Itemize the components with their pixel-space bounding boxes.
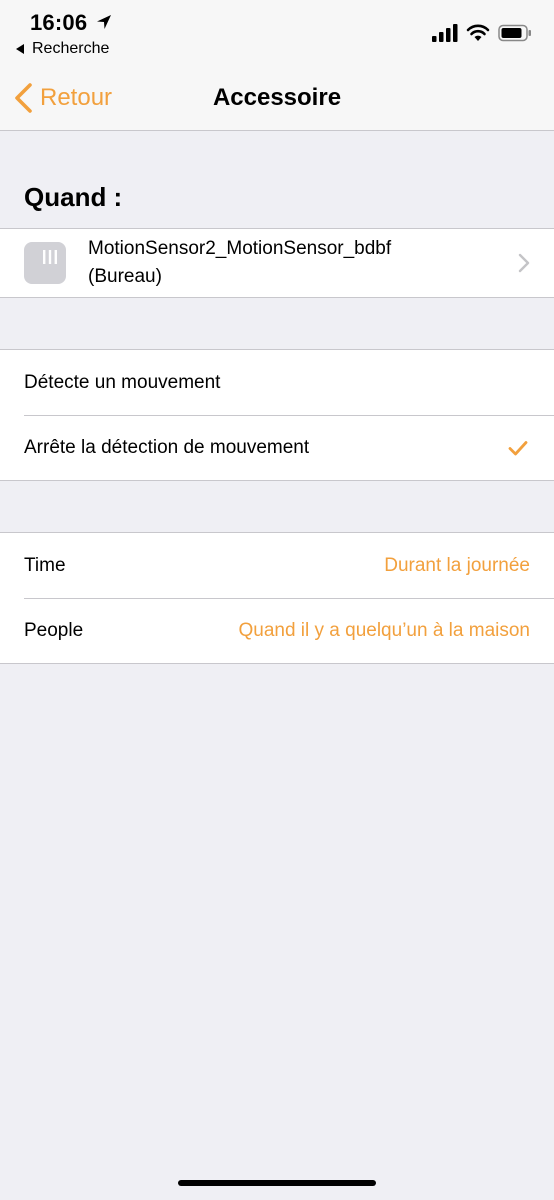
when-section-header: Quand : bbox=[24, 182, 123, 212]
location-arrow-icon bbox=[97, 15, 111, 29]
trigger-option-stops-detecting[interactable]: Arrête la détection de mouvement bbox=[0, 415, 554, 480]
condition-row-people[interactable]: People Quand il y a quelqu’un à la maiso… bbox=[0, 598, 554, 663]
chevron-right-icon bbox=[518, 253, 530, 273]
status-bar: 16:06 Recherche bbox=[0, 0, 554, 70]
accessory-row[interactable]: MotionSensor2_MotionSensor_bdbf (Bureau) bbox=[0, 229, 554, 297]
motion-sensor-icon bbox=[24, 242, 66, 284]
sensor-bars-icon bbox=[43, 250, 57, 264]
accessory-name: MotionSensor2_MotionSensor_bdbf (Bureau) bbox=[88, 235, 508, 291]
back-triangle-icon bbox=[16, 44, 24, 54]
signal-icon bbox=[432, 24, 458, 42]
trigger-options-group: Détecte un mouvement Arrête la détection… bbox=[0, 349, 554, 481]
condition-label: Time bbox=[24, 554, 66, 576]
page-title: Accessoire bbox=[212, 84, 342, 111]
condition-value: Quand il y a quelqu’un à la maison bbox=[238, 619, 530, 641]
trigger-option-label: Arrête la détection de mouvement bbox=[24, 436, 310, 458]
accessory-group: MotionSensor2_MotionSensor_bdbf (Bureau) bbox=[0, 228, 554, 298]
accessory-name-line1: MotionSensor2_MotionSensor_bdbf bbox=[88, 238, 392, 259]
conditions-group: Time Durant la journée People Quand il y… bbox=[0, 532, 554, 664]
status-time: 16:06 bbox=[30, 10, 88, 35]
back-to-app-label: Recherche bbox=[32, 40, 110, 57]
checkmark-icon bbox=[508, 440, 528, 455]
home-indicator[interactable] bbox=[178, 1180, 376, 1186]
status-icons bbox=[432, 24, 532, 42]
condition-row-time[interactable]: Time Durant la journée bbox=[0, 533, 554, 598]
back-to-app-link[interactable]: Recherche bbox=[14, 40, 109, 58]
condition-value: Durant la journée bbox=[384, 554, 530, 576]
navigation-bar: Retour Accessoire bbox=[0, 70, 554, 131]
trigger-option-label: Détecte un mouvement bbox=[24, 371, 221, 393]
accessory-room: (Bureau) bbox=[88, 266, 162, 287]
battery-icon bbox=[498, 24, 531, 42]
wifi-icon bbox=[466, 24, 490, 41]
condition-label: People bbox=[24, 619, 84, 641]
trigger-option-detects-motion[interactable]: Détecte un mouvement bbox=[0, 350, 554, 415]
